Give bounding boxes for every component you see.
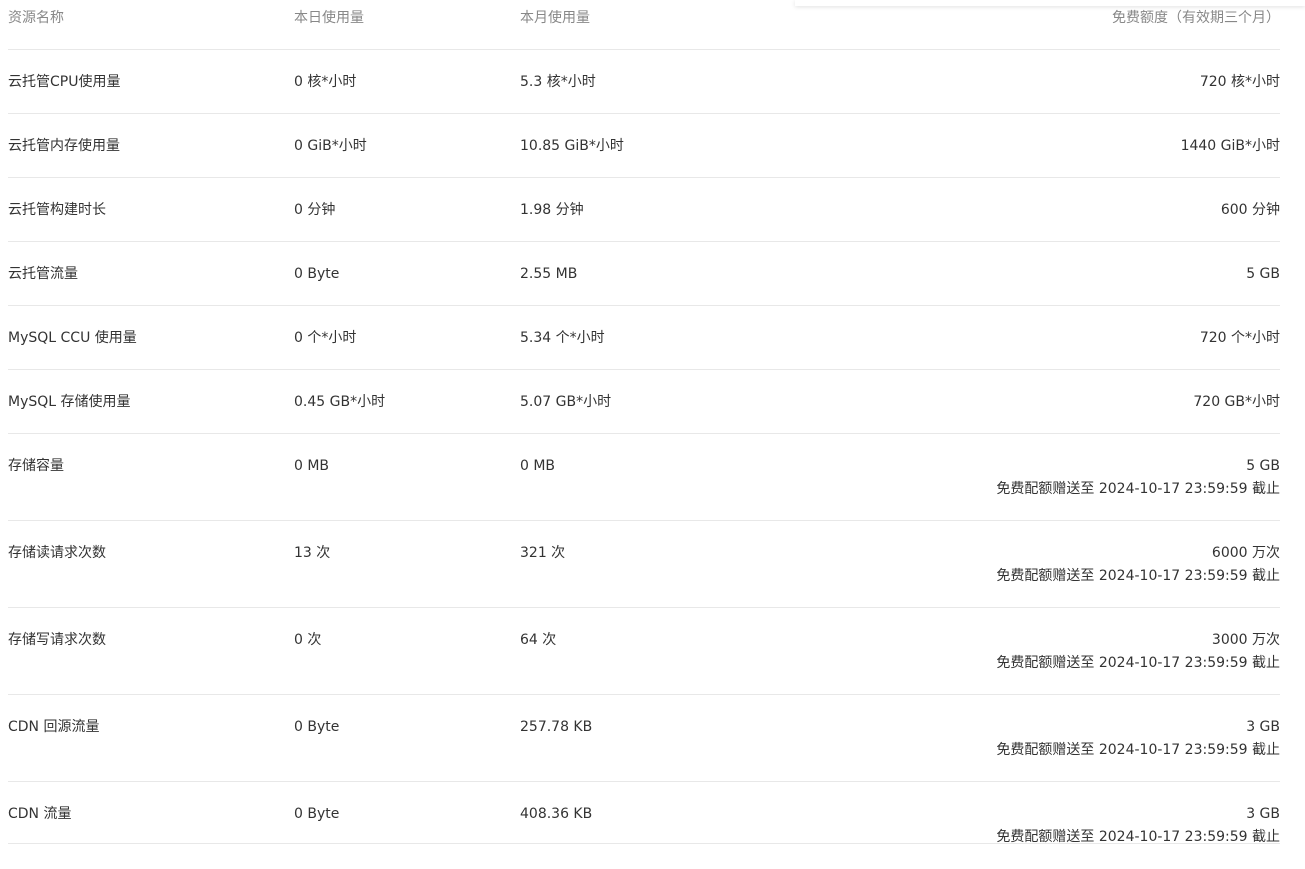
monthly-usage: 2.55 MB <box>520 266 578 282</box>
free-quota-expiry-note: 免费配额赠送至 2024-10-17 23:59:59 截止 <box>996 655 1280 671</box>
daily-usage: 0 MB <box>294 458 330 474</box>
table-row: 云托管内存使用量 0 GiB*小时 10.85 GiB*小时 1440 GiB*… <box>8 114 1280 178</box>
daily-usage: 0 GiB*小时 <box>294 138 367 154</box>
resource-name: 存储读请求次数 <box>8 545 106 561</box>
daily-usage: 0.45 GB*小时 <box>294 394 386 410</box>
resource-name: MySQL CCU 使用量 <box>8 330 137 346</box>
header-monthly-usage: 本月使用量 <box>520 10 590 26</box>
free-quota: 600 分钟 <box>1221 200 1280 220</box>
free-quota: 720 核*小时 <box>1200 72 1280 92</box>
resource-name: 云托管CPU使用量 <box>8 74 121 90</box>
top-panel-edge <box>795 0 1305 6</box>
free-quota: 5 GB <box>1246 264 1280 284</box>
table-header: 资源名称 本日使用量 本月使用量 免费额度（有效期三个月） <box>8 0 1280 50</box>
monthly-usage: 1.98 分钟 <box>520 202 584 218</box>
free-quota-value: 600 分钟 <box>1220 202 1280 218</box>
monthly-usage: 64 次 <box>520 632 557 648</box>
daily-usage: 0 Byte <box>294 806 340 822</box>
free-quota-value: 3000 万次 <box>1211 632 1280 648</box>
free-quota-expiry-note: 免费配额赠送至 2024-10-17 23:59:59 截止 <box>996 481 1280 497</box>
resource-name: 云托管构建时长 <box>8 202 106 218</box>
resource-name: 存储容量 <box>8 458 64 474</box>
header-resource-name: 资源名称 <box>8 10 64 26</box>
resource-name: 云托管内存使用量 <box>8 138 120 154</box>
daily-usage: 0 个*小时 <box>294 330 357 346</box>
daily-usage: 0 Byte <box>294 266 340 282</box>
free-quota-value: 5 GB <box>1246 266 1280 282</box>
daily-usage: 0 分钟 <box>294 202 336 218</box>
monthly-usage: 408.36 KB <box>520 806 593 822</box>
free-quota-expiry-note: 免费配额赠送至 2024-10-17 23:59:59 截止 <box>996 742 1280 758</box>
free-quota-value: 5 GB <box>1246 458 1280 474</box>
free-quota-value: 3 GB <box>1246 806 1280 822</box>
header-free-quota: 免费额度（有效期三个月） <box>1112 10 1280 26</box>
daily-usage: 0 核*小时 <box>294 74 357 90</box>
table-row: MySQL CCU 使用量 0 个*小时 5.34 个*小时 720 个*小时 <box>8 306 1280 370</box>
free-quota-value: 3 GB <box>1246 719 1280 735</box>
table-row: MySQL 存储使用量 0.45 GB*小时 5.07 GB*小时 720 GB… <box>8 370 1280 434</box>
free-quota: 5 GB 免费配额赠送至 2024-10-17 23:59:59 截止 <box>996 456 1280 499</box>
table-row: 存储写请求次数 0 次 64 次 3000 万次 免费配额赠送至 2024-10… <box>8 608 1280 695</box>
free-quota-expiry-note: 免费配额赠送至 2024-10-17 23:59:59 截止 <box>996 568 1280 584</box>
resource-name: 云托管流量 <box>8 266 78 282</box>
table-row: CDN 流量 0 Byte 408.36 KB 3 GB 免费配额赠送至 202… <box>8 782 1280 869</box>
table-row: 存储容量 0 MB 0 MB 5 GB 免费配额赠送至 2024-10-17 2… <box>8 434 1280 521</box>
free-quota-value: 720 核*小时 <box>1199 74 1280 90</box>
daily-usage: 13 次 <box>294 545 331 561</box>
resource-name: CDN 流量 <box>8 806 72 822</box>
monthly-usage: 0 MB <box>520 458 556 474</box>
resource-usage-table: 资源名称 本日使用量 本月使用量 免费额度（有效期三个月） 云托管CPU使用量 … <box>8 0 1280 869</box>
daily-usage: 0 Byte <box>294 719 340 735</box>
free-quota: 3 GB 免费配额赠送至 2024-10-17 23:59:59 截止 <box>996 717 1280 760</box>
free-quota: 720 个*小时 <box>1200 328 1280 348</box>
table-row: CDN 回源流量 0 Byte 257.78 KB 3 GB 免费配额赠送至 2… <box>8 695 1280 782</box>
monthly-usage: 321 次 <box>520 545 566 561</box>
table-row: 云托管CPU使用量 0 核*小时 5.3 核*小时 720 核*小时 <box>8 50 1280 114</box>
free-quota-value: 720 GB*小时 <box>1193 394 1280 410</box>
header-daily-usage: 本日使用量 <box>294 10 364 26</box>
resource-name: 存储写请求次数 <box>8 632 106 648</box>
table-row: 云托管构建时长 0 分钟 1.98 分钟 600 分钟 <box>8 178 1280 242</box>
table-bottom-divider <box>8 843 1280 844</box>
free-quota: 1440 GiB*小时 <box>1181 136 1280 156</box>
free-quota: 6000 万次 免费配额赠送至 2024-10-17 23:59:59 截止 <box>996 543 1280 586</box>
free-quota: 720 GB*小时 <box>1193 392 1280 412</box>
monthly-usage: 10.85 GiB*小时 <box>520 138 624 154</box>
free-quota: 3 GB 免费配额赠送至 2024-10-17 23:59:59 截止 <box>996 804 1280 847</box>
free-quota: 3000 万次 免费配额赠送至 2024-10-17 23:59:59 截止 <box>996 630 1280 673</box>
free-quota-value: 720 个*小时 <box>1199 330 1280 346</box>
table-row: 云托管流量 0 Byte 2.55 MB 5 GB <box>8 242 1280 306</box>
daily-usage: 0 次 <box>294 632 322 648</box>
monthly-usage: 257.78 KB <box>520 719 593 735</box>
free-quota-value: 1440 GiB*小时 <box>1180 138 1280 154</box>
monthly-usage: 5.3 核*小时 <box>520 74 596 90</box>
free-quota-expiry-note: 免费配额赠送至 2024-10-17 23:59:59 截止 <box>996 829 1280 845</box>
resource-name: CDN 回源流量 <box>8 719 100 735</box>
monthly-usage: 5.34 个*小时 <box>520 330 605 346</box>
resource-name: MySQL 存储使用量 <box>8 394 131 410</box>
monthly-usage: 5.07 GB*小时 <box>520 394 612 410</box>
table-row: 存储读请求次数 13 次 321 次 6000 万次 免费配额赠送至 2024-… <box>8 521 1280 608</box>
free-quota-value: 6000 万次 <box>1211 545 1280 561</box>
